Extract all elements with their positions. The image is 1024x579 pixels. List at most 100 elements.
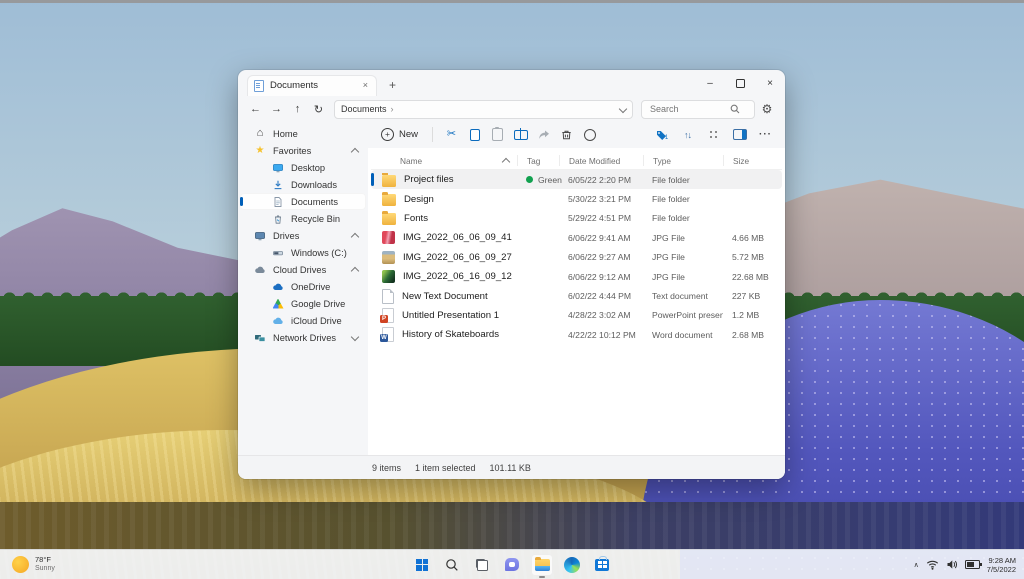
up-button[interactable]: ↑: [288, 100, 307, 118]
column-header-size[interactable]: Size: [723, 155, 782, 166]
paste-icon: [492, 127, 504, 141]
edge-button[interactable]: [561, 554, 583, 576]
copy-button[interactable]: [463, 124, 486, 145]
file-row-img-09-27[interactable]: IMG_2022_06_06_09_27 6/06/22 9:27 AM JPG…: [371, 248, 782, 267]
column-header-date[interactable]: Date Modified: [559, 155, 643, 166]
column-header-type[interactable]: Type: [643, 155, 723, 166]
sort-ascending-icon: [501, 157, 511, 166]
downloads-icon: [272, 179, 284, 191]
titlebar: Documents × + – ×: [238, 70, 785, 97]
sidebar-section-favorites[interactable]: ★ Favorites: [240, 142, 366, 159]
search-input[interactable]: [648, 103, 726, 115]
chat-button[interactable]: [501, 554, 523, 576]
image-thumbnail-icon: [382, 231, 395, 245]
file-row-fonts[interactable]: Fonts 5/29/22 4:51 PM File folder: [371, 209, 782, 228]
file-row-project-files[interactable]: Project files Green 6/05/22 2:20 PM File…: [371, 170, 782, 190]
cut-icon: ✂: [446, 128, 457, 140]
microsoft-store-button[interactable]: [591, 554, 613, 576]
sidebar-item-recycle-bin[interactable]: Recycle Bin: [240, 210, 366, 227]
sidebar-section-network-drives[interactable]: Network Drives: [240, 329, 366, 346]
sync-button[interactable]: [578, 124, 601, 145]
paste-button[interactable]: [486, 124, 509, 145]
battery-icon[interactable]: [964, 560, 982, 569]
cloud-icon: [254, 264, 266, 276]
file-row-img-09-41[interactable]: IMG_2022_06_06_09_41 6/06/22 9:41 AM JPG…: [371, 228, 782, 247]
status-bar: 9 items 1 item selected 101.11 KB: [238, 455, 785, 479]
forward-button[interactable]: →: [267, 100, 286, 118]
chevron-down-icon[interactable]: [350, 332, 360, 341]
close-button[interactable]: ×: [755, 73, 785, 94]
rename-button[interactable]: [509, 124, 532, 145]
network-drives-icon: [254, 332, 266, 344]
task-view-icon: [476, 558, 488, 571]
breadcrumb[interactable]: Documents: [341, 104, 387, 114]
weather-temperature: 78°F: [35, 555, 51, 565]
start-button[interactable]: [411, 554, 433, 576]
drives-icon: [254, 230, 266, 242]
chevron-up-icon[interactable]: [350, 147, 360, 156]
file-row-design[interactable]: Design 5/30/22 3:21 PM File folder: [371, 189, 782, 208]
minimize-button[interactable]: –: [695, 73, 725, 94]
column-headers: Name Tag Date Modified Type Size: [371, 152, 782, 170]
tab-title: Documents: [270, 80, 319, 91]
sidebar-item-icloud-drive[interactable]: iCloud Drive: [240, 312, 366, 329]
search-box[interactable]: [641, 99, 755, 119]
google-drive-icon: [272, 298, 284, 310]
file-row-img-09-12[interactable]: IMG_2022_06_16_09_12 6/06/22 9:12 AM JPG…: [371, 267, 782, 286]
file-explorer-button[interactable]: [531, 553, 553, 576]
wifi-icon[interactable]: [926, 559, 939, 570]
chat-icon: [505, 558, 519, 571]
taskbar-clock[interactable]: 9:28 AM 7/5/2022: [987, 556, 1016, 574]
sidebar-item-home[interactable]: ⌂ Home: [240, 125, 366, 142]
column-header-tag[interactable]: Tag: [517, 155, 559, 166]
recycle-bin-icon: [272, 213, 284, 225]
file-row-new-text-document[interactable]: New Text Document 6/02/22 4:44 PM Text d…: [371, 286, 782, 305]
sidebar-item-onedrive[interactable]: OneDrive: [240, 278, 366, 295]
taskbar: 78°F Sunny ∧ 9:28 AM 7/5/2022: [0, 549, 1024, 579]
clock-time: 9:28 AM: [988, 555, 1016, 565]
address-bar[interactable]: Documents ›: [334, 99, 633, 119]
more-options-button[interactable]: ···: [754, 124, 777, 145]
cut-button[interactable]: ✂: [440, 124, 463, 145]
volume-icon[interactable]: [946, 559, 958, 570]
wallpaper-water: [0, 502, 1024, 550]
group-button[interactable]: [702, 124, 725, 145]
tray-overflow-chevron-icon[interactable]: ∧: [914, 561, 919, 569]
file-row-untitled-presentation[interactable]: P Untitled Presentation 1 4/28/22 3:02 AM…: [371, 306, 782, 325]
tab-documents[interactable]: Documents ×: [247, 74, 377, 96]
task-view-button[interactable]: [471, 554, 493, 576]
address-dropdown-icon[interactable]: [618, 104, 628, 114]
details-pane-button[interactable]: [728, 124, 751, 145]
sidebar-item-documents[interactable]: Documents: [240, 193, 366, 210]
weather-widget[interactable]: 78°F Sunny: [6, 550, 61, 579]
toolbar-divider: [432, 127, 434, 142]
settings-gear-icon[interactable]: ⚙: [757, 102, 777, 116]
new-tab-button[interactable]: +: [385, 78, 400, 92]
chevron-up-icon[interactable]: [350, 266, 360, 275]
new-button[interactable]: + New: [374, 124, 425, 145]
file-row-history-of-skateboards[interactable]: W History of Skateboards 4/22/22 10:12 PM…: [371, 325, 782, 344]
copy-icon: [466, 125, 480, 141]
back-button[interactable]: ←: [246, 100, 265, 118]
sidebar-item-windows-c[interactable]: Windows (C:): [240, 244, 366, 261]
column-header-name[interactable]: Name: [371, 155, 517, 166]
maximize-button[interactable]: [725, 73, 755, 94]
sidebar-section-drives[interactable]: Drives: [240, 227, 366, 244]
tab-close-icon[interactable]: ×: [361, 79, 370, 92]
share-button[interactable]: [532, 124, 555, 145]
home-icon: ⌂: [256, 127, 264, 139]
refresh-button[interactable]: ↻: [309, 100, 328, 118]
green-tag-dot: [526, 176, 533, 184]
chevron-up-icon[interactable]: [350, 232, 360, 241]
sort-button[interactable]: ↑↓: [676, 124, 699, 145]
text-file-icon: [382, 288, 394, 304]
navigation-bar: ← → ↑ ↻ Documents › ⚙: [238, 97, 785, 121]
status-items-count: 9 items: [372, 462, 402, 473]
sidebar-item-desktop[interactable]: Desktop: [240, 159, 366, 176]
tag-button[interactable]: 1: [650, 124, 673, 145]
sidebar-item-downloads[interactable]: Downloads: [240, 176, 366, 193]
delete-button[interactable]: [555, 124, 578, 145]
sidebar-section-cloud-drives[interactable]: Cloud Drives: [240, 261, 366, 278]
taskbar-search-button[interactable]: [441, 554, 463, 576]
sidebar-item-google-drive[interactable]: Google Drive: [240, 295, 366, 312]
